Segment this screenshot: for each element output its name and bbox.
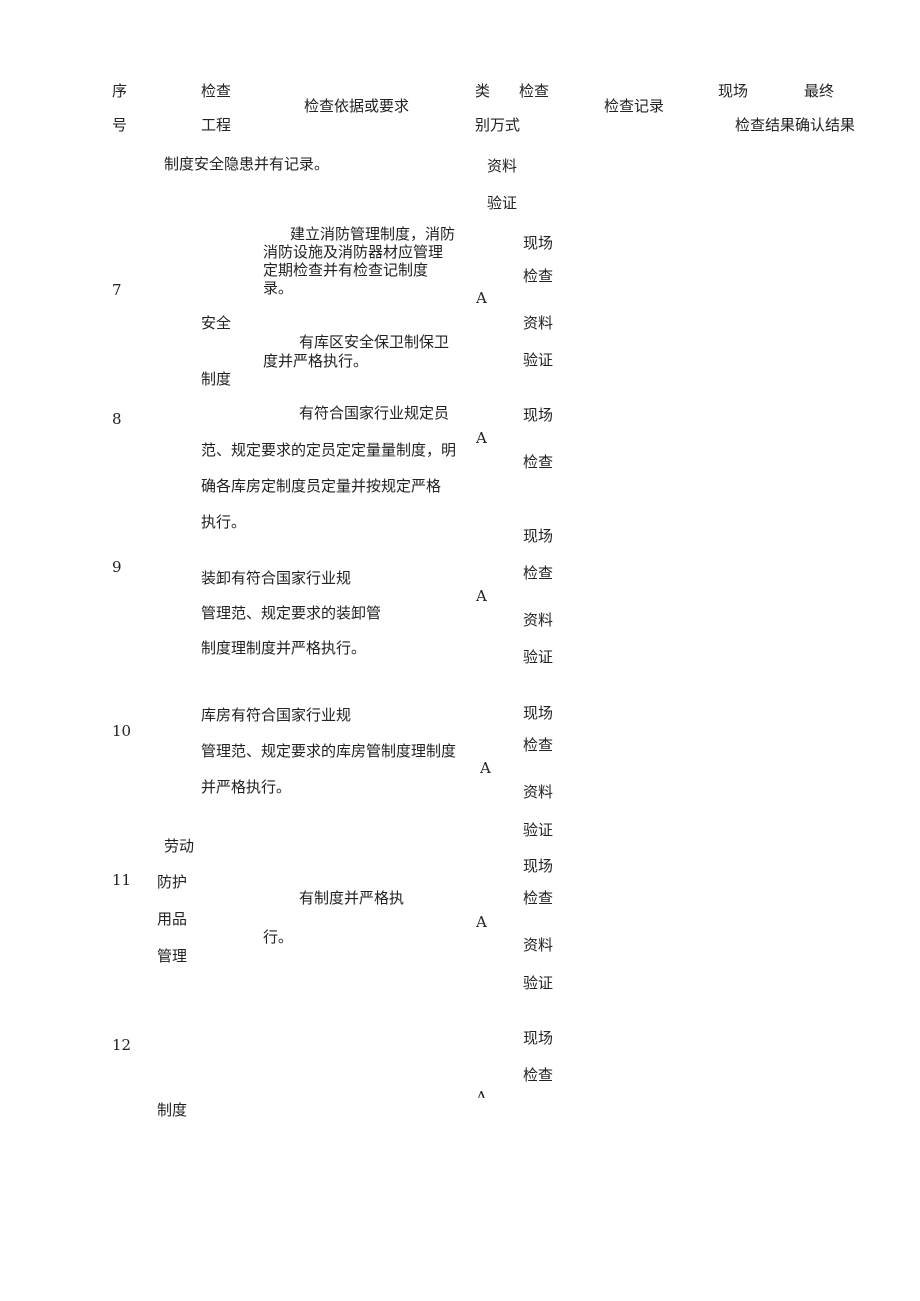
row-requirement: 有库区安全保卫制保卫 <box>299 333 450 351</box>
row-requirement: 建立消防管理制度，消防 <box>290 225 456 243</box>
group-label: 劳动 <box>164 837 195 855</box>
row-requirement: 制度理制度并严格执行。 <box>201 639 367 657</box>
row-number: 9 <box>112 558 122 576</box>
row-method: 现场 <box>523 704 554 722</box>
row-method: 验证 <box>523 821 554 839</box>
row-category: A <box>476 289 487 307</box>
row-requirement: 管理范、规定要求的库房管制度理制度 <box>201 742 457 760</box>
group-label: 管理 <box>157 947 188 965</box>
row-method: 现场 <box>523 857 554 875</box>
row-number: 10 <box>112 722 132 740</box>
row-method: 资料 <box>523 314 554 332</box>
row-requirement: 消防设施及消防器材应管理 <box>263 243 444 261</box>
row-category: A <box>476 913 487 931</box>
row-requirement: 并严格执行。 <box>201 778 292 796</box>
row-requirement: 装卸有符合国家行业规 <box>201 569 352 587</box>
header-seq: 序 <box>112 82 128 100</box>
row-method: 验证 <box>487 194 518 212</box>
row-method: 现场 <box>523 234 554 252</box>
row-method: 检查 <box>523 564 554 582</box>
row-requirement: 有制度并严格执 <box>299 889 405 907</box>
row-requirement: 定期检查并有检查记制度 <box>263 261 429 279</box>
row-method: 检查 <box>523 1066 554 1084</box>
row-method: 资料 <box>487 157 518 175</box>
row-number: 7 <box>112 281 122 299</box>
header-result: 检查结果确认结果 <box>735 116 856 134</box>
row-category: A <box>476 429 487 447</box>
row-method: 资料 <box>523 783 554 801</box>
row-method: 现场 <box>523 406 554 424</box>
group-label: 制度 <box>201 370 232 388</box>
header-method: 检查 <box>519 82 550 100</box>
row-requirement: 录。 <box>263 279 294 297</box>
row-method: 资料 <box>523 936 554 954</box>
row-requirement: 制度安全隐患并有记录。 <box>164 155 330 173</box>
group-label: 制度 <box>157 1101 188 1119</box>
row-method: 现场 <box>523 527 554 545</box>
row-requirement: 确各库房定制度员定量并按规定严格 <box>201 477 442 495</box>
row-category: A <box>480 759 491 777</box>
header-basis: 检查依据或要求 <box>304 97 410 115</box>
row-requirement: 管理范、规定要求的装卸管 <box>201 604 382 622</box>
row-method: 检查 <box>523 889 554 907</box>
row-number: 11 <box>112 871 132 889</box>
header-item: 工程 <box>201 116 232 134</box>
row-method: 验证 <box>523 648 554 666</box>
group-label: 安全 <box>201 314 232 332</box>
row-category: A <box>476 587 487 605</box>
row-method: 检查 <box>523 453 554 471</box>
row-method: 验证 <box>523 974 554 992</box>
header-item: 检查 <box>201 82 232 100</box>
row-requirement: 度并严格执行。 <box>263 352 369 370</box>
header-seq: 号 <box>112 116 128 134</box>
header-record: 检查记录 <box>604 97 665 115</box>
row-requirement: 行。 <box>263 928 294 946</box>
group-label: 防护 <box>157 873 188 891</box>
row-requirement: 范、规定要求的定员定定量量制度，明 <box>201 441 457 459</box>
row-requirement: 有符合国家行业规定员 <box>299 404 450 422</box>
row-requirement: 执行。 <box>201 513 247 531</box>
row-method: 检查 <box>523 267 554 285</box>
row-number: 8 <box>112 410 122 428</box>
group-label: 用品 <box>157 910 188 928</box>
header-site: 现场 <box>718 82 749 100</box>
row-category: A <box>476 1088 487 1098</box>
row-method: 现场 <box>523 1029 554 1047</box>
row-method: 检查 <box>523 736 554 754</box>
row-method: 资料 <box>523 611 554 629</box>
header-category-method: 别万式 <box>475 116 521 134</box>
row-method: 验证 <box>523 351 554 369</box>
row-requirement: 库房有符合国家行业规 <box>201 706 352 724</box>
header-final: 最终 <box>804 82 835 100</box>
row-number: 12 <box>112 1036 132 1054</box>
header-category: 类 <box>475 82 491 100</box>
